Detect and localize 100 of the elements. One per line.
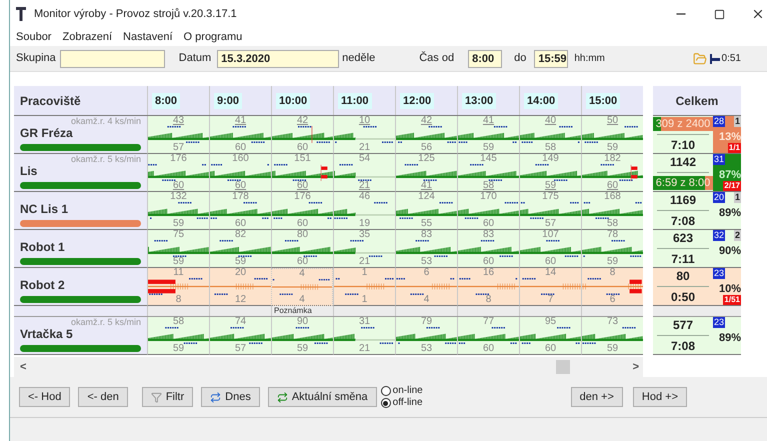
- percent: 87%: [718, 168, 741, 180]
- time-field[interactable]: 8:00: [468, 50, 502, 68]
- nav-button[interactable]: den +>: [570, 387, 623, 407]
- note-strip-cell: [395, 306, 457, 316]
- hour-count: 40: [544, 116, 556, 126]
- rate-text: okamž.r. 5 ks/min: [70, 317, 141, 327]
- radio-button[interactable]: [380, 386, 391, 396]
- menu-item[interactable]: O programu: [184, 28, 242, 46]
- hour-count: 6: [424, 268, 430, 278]
- nav-button[interactable]: Hod +>: [632, 387, 687, 407]
- menu-item[interactable]: Soubor: [16, 28, 52, 46]
- hour-count: 42: [296, 116, 308, 126]
- hour-count: 60: [482, 344, 494, 354]
- nav-button[interactable]: Dnes: [201, 387, 260, 407]
- hour-count: 160: [232, 154, 249, 164]
- group-field[interactable]: [60, 50, 165, 68]
- total-value: 577: [672, 318, 694, 332]
- hour-label: 9:00: [214, 92, 242, 108]
- close-icon[interactable]: [751, 7, 765, 21]
- maximize-icon[interactable]: [714, 8, 725, 20]
- badge: 20: [713, 192, 726, 203]
- app-icon: [16, 7, 26, 21]
- workplace-cell[interactable]: okamž.r. 5 ks/min Lis: [14, 154, 147, 192]
- hour-label: 11:00: [338, 92, 372, 108]
- hour-count: 60: [482, 219, 494, 229]
- hour-count: 58: [482, 181, 494, 191]
- badge: 23: [713, 317, 726, 328]
- workplace-cell[interactable]: okamž.r. 5 ks/min Vrtačka 5: [14, 317, 147, 355]
- nav-button[interactable]: Filtr: [142, 387, 194, 407]
- hour-count: 54: [358, 154, 370, 164]
- workplace-cell[interactable]: Robot 2: [14, 268, 147, 306]
- nav-button[interactable]: <- Hod: [19, 387, 70, 407]
- hour-label: 15:00: [586, 92, 620, 108]
- hour-count: 14: [544, 268, 556, 278]
- hour-count: 42: [420, 116, 432, 126]
- percent: 10%: [718, 282, 741, 294]
- hour-count: 125: [418, 154, 435, 164]
- menu-item[interactable]: Nastavení: [123, 28, 173, 46]
- note-strip-cell: [519, 306, 581, 316]
- hour-count: 60: [544, 257, 556, 267]
- hour-count: 41: [420, 181, 432, 191]
- hour-count: 12: [234, 295, 246, 305]
- hour-count: 75: [172, 230, 184, 240]
- hour-count: 60: [234, 143, 246, 153]
- hour-count: 8: [176, 295, 182, 305]
- percent: 13%: [718, 130, 741, 142]
- hour-count: 6: [610, 295, 616, 305]
- hour-count: 20: [234, 268, 246, 278]
- workplace-cell[interactable]: Robot 1: [14, 230, 147, 268]
- hour-count: 107: [542, 230, 559, 240]
- hour-count: 59: [234, 257, 246, 267]
- hour-count: 57: [234, 344, 246, 354]
- hour-count: 82: [234, 230, 246, 240]
- rate-text: okamž.r. 5 ks/min: [70, 154, 141, 164]
- hour-count: 4: [299, 269, 305, 279]
- hour-count: 8: [610, 268, 616, 278]
- refresh-icon: [210, 392, 222, 402]
- hour-count: 1: [362, 295, 368, 305]
- hour-label: 10:00: [276, 92, 310, 108]
- radio-button[interactable]: [380, 398, 391, 408]
- hour-count: 59: [482, 143, 494, 153]
- date-field[interactable]: 15.3.2020: [217, 50, 340, 68]
- hour-count: 55: [420, 219, 432, 229]
- workplace-name: Lis: [20, 164, 38, 178]
- workplace-cell[interactable]: okamž.r. 4 ks/min GR Fréza: [14, 116, 147, 154]
- workplace-cell[interactable]: NC Lis 1: [14, 192, 147, 230]
- hour-count: 16: [482, 268, 494, 278]
- hour-count: 60: [234, 219, 246, 229]
- total-value: 7:10: [670, 138, 696, 152]
- hour-count: 60: [296, 257, 308, 267]
- total-value: 80: [675, 269, 691, 283]
- badge: 28: [713, 116, 726, 127]
- hour-count: 21: [358, 143, 370, 153]
- hour-count: 151: [294, 154, 311, 164]
- hour-label: 13:00: [462, 92, 496, 108]
- hour-label: 8:00: [152, 92, 180, 108]
- fault-count: 1/1: [728, 143, 741, 153]
- hour-count: 53: [420, 257, 432, 267]
- scroll-thumb[interactable]: [556, 360, 570, 374]
- hour-count: 149: [542, 154, 559, 164]
- menu-item[interactable]: Zobrazení: [62, 28, 112, 46]
- total-value: 1142: [668, 155, 698, 169]
- hour-count: 60: [172, 181, 184, 191]
- hour-count: 73: [606, 317, 618, 327]
- scroll-left-button[interactable]: <: [14, 358, 26, 376]
- time-field[interactable]: 15:59: [534, 50, 568, 68]
- scroll-right-button[interactable]: >: [632, 358, 643, 376]
- nav-button[interactable]: <- den: [78, 387, 128, 407]
- total-value: 0:50: [670, 290, 696, 304]
- percent: 89%: [718, 332, 741, 344]
- hour-count: 83: [420, 230, 432, 240]
- hour-count: 31: [358, 317, 370, 327]
- hour-count: 8: [486, 295, 492, 305]
- note-label: Poznámka: [273, 306, 313, 316]
- nav-button[interactable]: Aktuální směna: [268, 387, 377, 407]
- column-header: Celkem: [653, 86, 741, 116]
- fault-count: 1/51: [723, 295, 741, 305]
- timer-icon: [710, 54, 720, 64]
- weekday: neděle: [342, 51, 376, 66]
- fault-count: 2/17: [723, 181, 741, 191]
